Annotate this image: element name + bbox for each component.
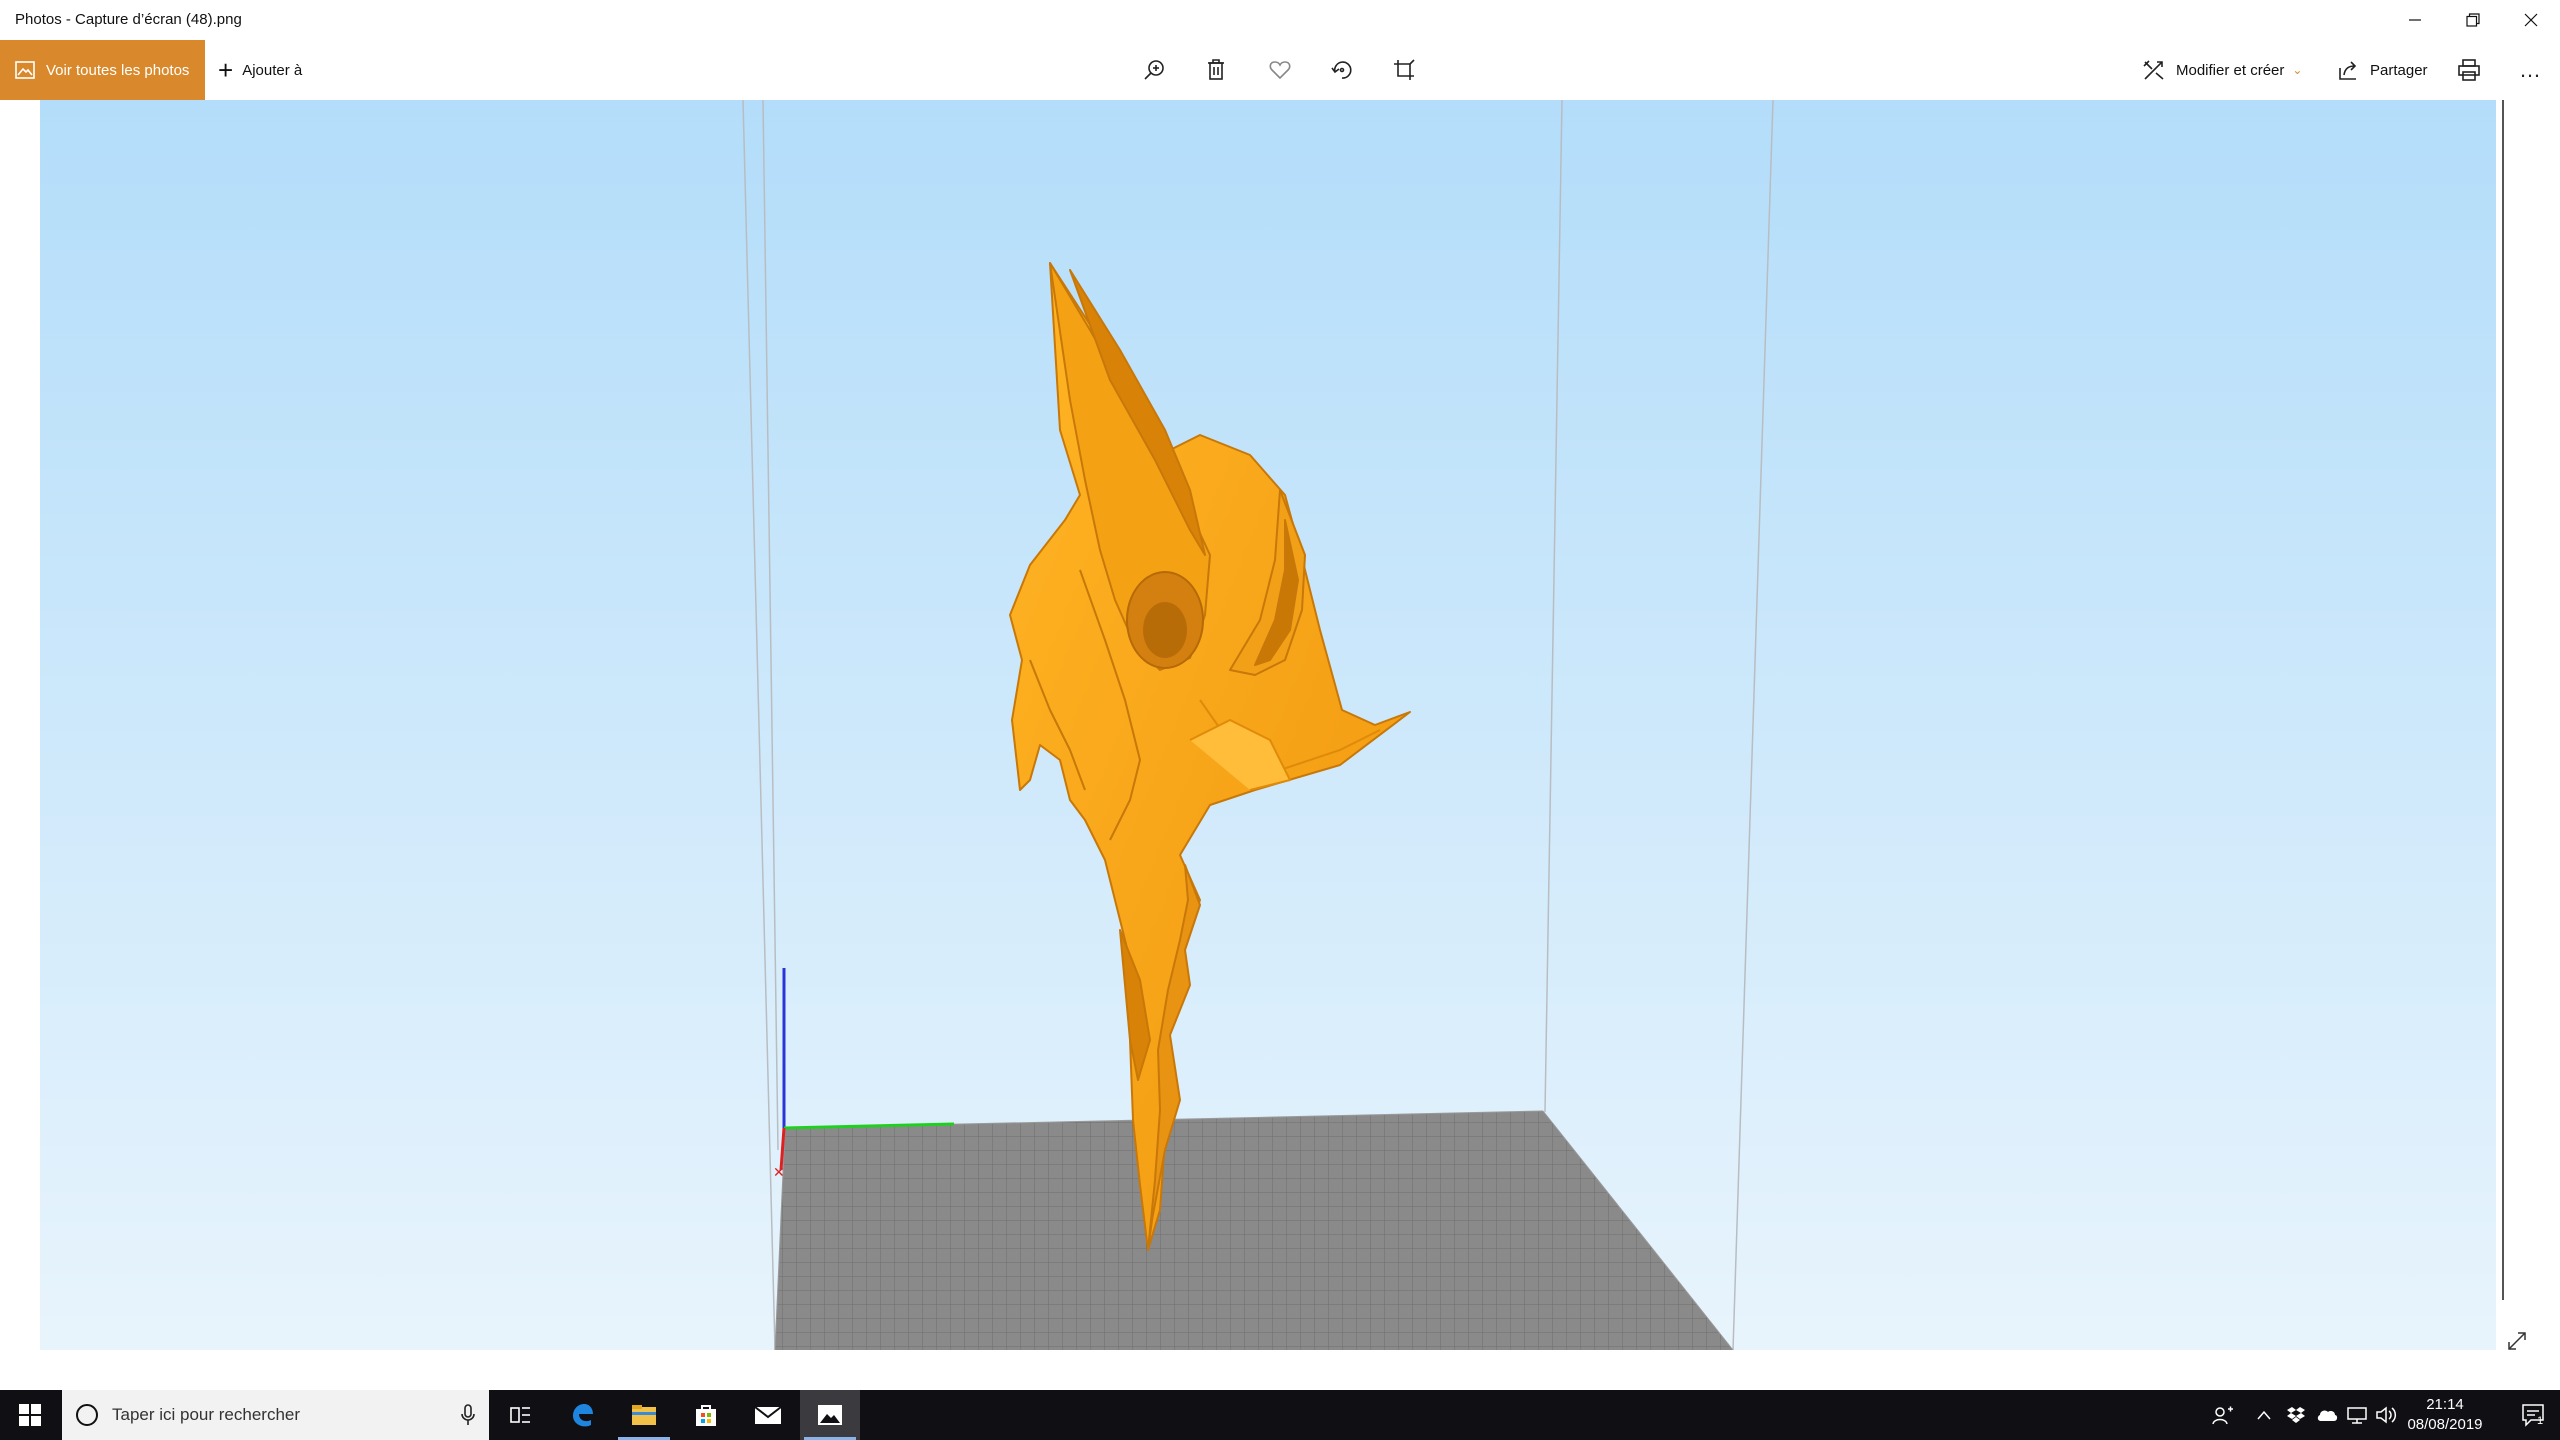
edit-create-button[interactable]: Modifier et créer ⌄ [2142,40,2302,100]
rotate-button[interactable] [1324,52,1360,88]
onedrive-icon [2317,1410,2338,1421]
chevron-up-icon [2257,1410,2271,1420]
window-title: Photos - Capture d’écran (48).png [15,11,242,28]
file-explorer-icon [632,1405,656,1425]
onedrive-tray[interactable] [2312,1390,2342,1440]
photo-icon [15,61,35,79]
edit-create-icon [2143,60,2164,80]
crop-icon [1394,59,1415,80]
mail-icon [754,1406,782,1424]
edit-create-label: Modifier et créer [2176,61,2285,79]
more-icon: … [2519,57,2541,82]
taskbar-clock[interactable]: 21:14 08/08/2019 [2395,1390,2495,1440]
windows-icon [19,1404,41,1426]
clock-date: 08/08/2019 [2407,1416,2483,1433]
cortana-icon [76,1404,98,1426]
dropbox-icon [2287,1407,2305,1423]
photos-button[interactable] [800,1390,860,1440]
dropbox-tray[interactable] [2282,1390,2310,1440]
x-axis-marker: ✕ [773,1164,785,1180]
store-button[interactable] [676,1390,736,1440]
photo-image: ✕ [40,100,2496,1350]
store-icon [696,1405,716,1426]
file-explorer-button[interactable] [614,1390,674,1440]
close-icon [2524,13,2538,27]
photo-viewport[interactable]: ✕ [40,100,2496,1350]
heart-icon [1269,61,1291,80]
show-hidden-icons-button[interactable] [2250,1390,2278,1440]
print-icon [2458,59,2480,81]
edge-icon [573,1404,593,1427]
mail-button[interactable] [738,1390,798,1440]
people-icon [2212,1406,2233,1425]
print-button[interactable] [2451,52,2487,88]
action-center-button[interactable]: 1 [2505,1390,2560,1440]
close-button[interactable] [2502,0,2560,40]
notification-count: 1 [2537,1415,2544,1427]
zoom-button[interactable] [1137,52,1173,88]
microphone-icon[interactable] [461,1404,475,1426]
restore-icon [2466,13,2480,27]
taskbar-search[interactable]: Taper ici pour rechercher [62,1390,489,1440]
minimize-button[interactable] [2386,0,2444,40]
photos-icon [818,1405,842,1425]
delete-icon [1208,59,1224,80]
crop-button[interactable] [1386,52,1422,88]
share-button[interactable]: Partager [2338,40,2428,100]
add-to-button[interactable]: + Ajouter à [218,40,302,100]
edge-button[interactable] [552,1390,612,1440]
minimize-icon [2409,19,2421,21]
command-bar: Voir toutes les photos + Ajouter à Modif… [0,40,2560,100]
rotate-icon [1331,61,1352,79]
task-view-icon [510,1407,530,1423]
share-icon [2339,61,2357,80]
clock-time: 21:14 [2426,1396,2464,1413]
view-all-photos-label: Voir toutes les photos [46,61,190,79]
expand-icon [2508,1332,2526,1350]
fullscreen-button[interactable] [2506,1330,2528,1352]
restore-button[interactable] [2444,0,2502,40]
delete-button[interactable] [1198,52,1234,88]
favorite-button[interactable] [1262,52,1298,88]
volume-icon [2376,1406,2397,1424]
title-bar: Photos - Capture d’écran (48).png [0,0,2560,40]
network-icon [2347,1407,2367,1424]
network-tray[interactable] [2342,1390,2372,1440]
people-button[interactable] [2206,1390,2240,1440]
search-placeholder: Taper ici pour rechercher [112,1405,301,1424]
viewport-edge [2502,100,2504,1300]
taskbar: Taper ici pour rechercher 21:14 08/08/20… [0,1390,2560,1440]
start-button[interactable] [0,1390,60,1440]
view-all-photos-button[interactable]: Voir toutes les photos [0,40,205,100]
more-options-button[interactable]: … [2512,52,2548,88]
zoom-icon [1144,60,1164,80]
chevron-down-icon: ⌄ [2292,63,2303,77]
share-label: Partager [2370,61,2428,79]
plus-icon: + [218,55,234,85]
add-to-label: Ajouter à [242,61,303,79]
task-view-button[interactable] [490,1390,550,1440]
